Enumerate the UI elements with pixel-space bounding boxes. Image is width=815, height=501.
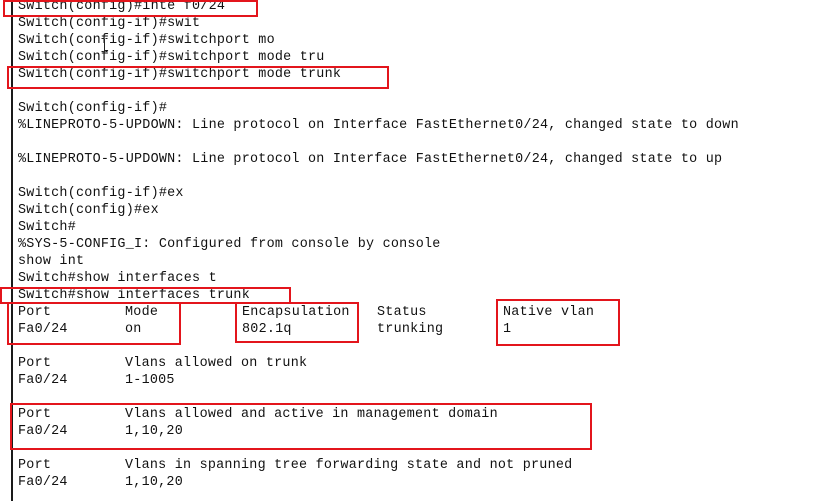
table3-header-vlans: Vlans allowed and active in management d… [125,407,498,422]
table4-header-vlans: Vlans in spanning tree forwarding state … [125,458,573,473]
terminal-line: Switch(config-if)#switchport mode tru [18,50,325,65]
text-cursor-icon [101,38,108,52]
table3-cell-port: Fa0/24 [18,424,68,439]
table1-header-port: Port [18,305,52,320]
terminal-line: Switch(config-if)#switchport mo [18,33,275,48]
terminal-line: %LINEPROTO-5-UPDOWN: Line protocol on In… [18,152,723,167]
terminal-line: Switch(config-if)#swit [18,16,201,31]
terminal-line: Switch#show interfaces trunk [18,288,250,303]
table4-cell-vlans: 1,10,20 [125,475,183,490]
table1-cell-mode: on [125,322,142,337]
table1-cell-status: trunking [377,322,444,337]
table1-cell-encapsulation: 802.1q [242,322,292,337]
terminal-line: Switch(config-if)#ex [18,186,184,201]
terminal-line: Switch(config-if)# [18,101,168,116]
terminal-line: %LINEPROTO-5-UPDOWN: Line protocol on In… [18,118,739,133]
table1-header-status: Status [377,305,427,320]
table3-cell-vlans: 1,10,20 [125,424,183,439]
table4-header-port: Port [18,458,52,473]
table1-header-native-vlan: Native vlan [503,305,595,320]
terminal-output[interactable]: Switch(config)#inte f0/24 Switch(config-… [0,0,815,501]
table2-header-vlans: Vlans allowed on trunk [125,356,308,371]
terminal-line: Switch(config-if)#switchport mode trunk [18,67,342,82]
terminal-line: show int [18,254,85,269]
table1-cell-port: Fa0/24 [18,322,68,337]
table1-header-encapsulation: Encapsulation [242,305,350,320]
table3-header-port: Port [18,407,52,422]
terminal-line: Switch(config)#inte f0/24 [18,0,226,14]
table4-cell-port: Fa0/24 [18,475,68,490]
terminal-line: Switch# [18,220,76,235]
terminal-line: Switch#show interfaces t [18,271,217,286]
terminal-left-border [11,0,13,501]
table2-header-port: Port [18,356,52,371]
table1-header-mode: Mode [125,305,159,320]
table2-cell-port: Fa0/24 [18,373,68,388]
terminal-line: Switch(config)#ex [18,203,159,218]
terminal-line: %SYS-5-CONFIG_I: Configured from console… [18,237,441,252]
table1-cell-native-vlan: 1 [503,322,512,337]
table2-cell-vlans: 1-1005 [125,373,175,388]
